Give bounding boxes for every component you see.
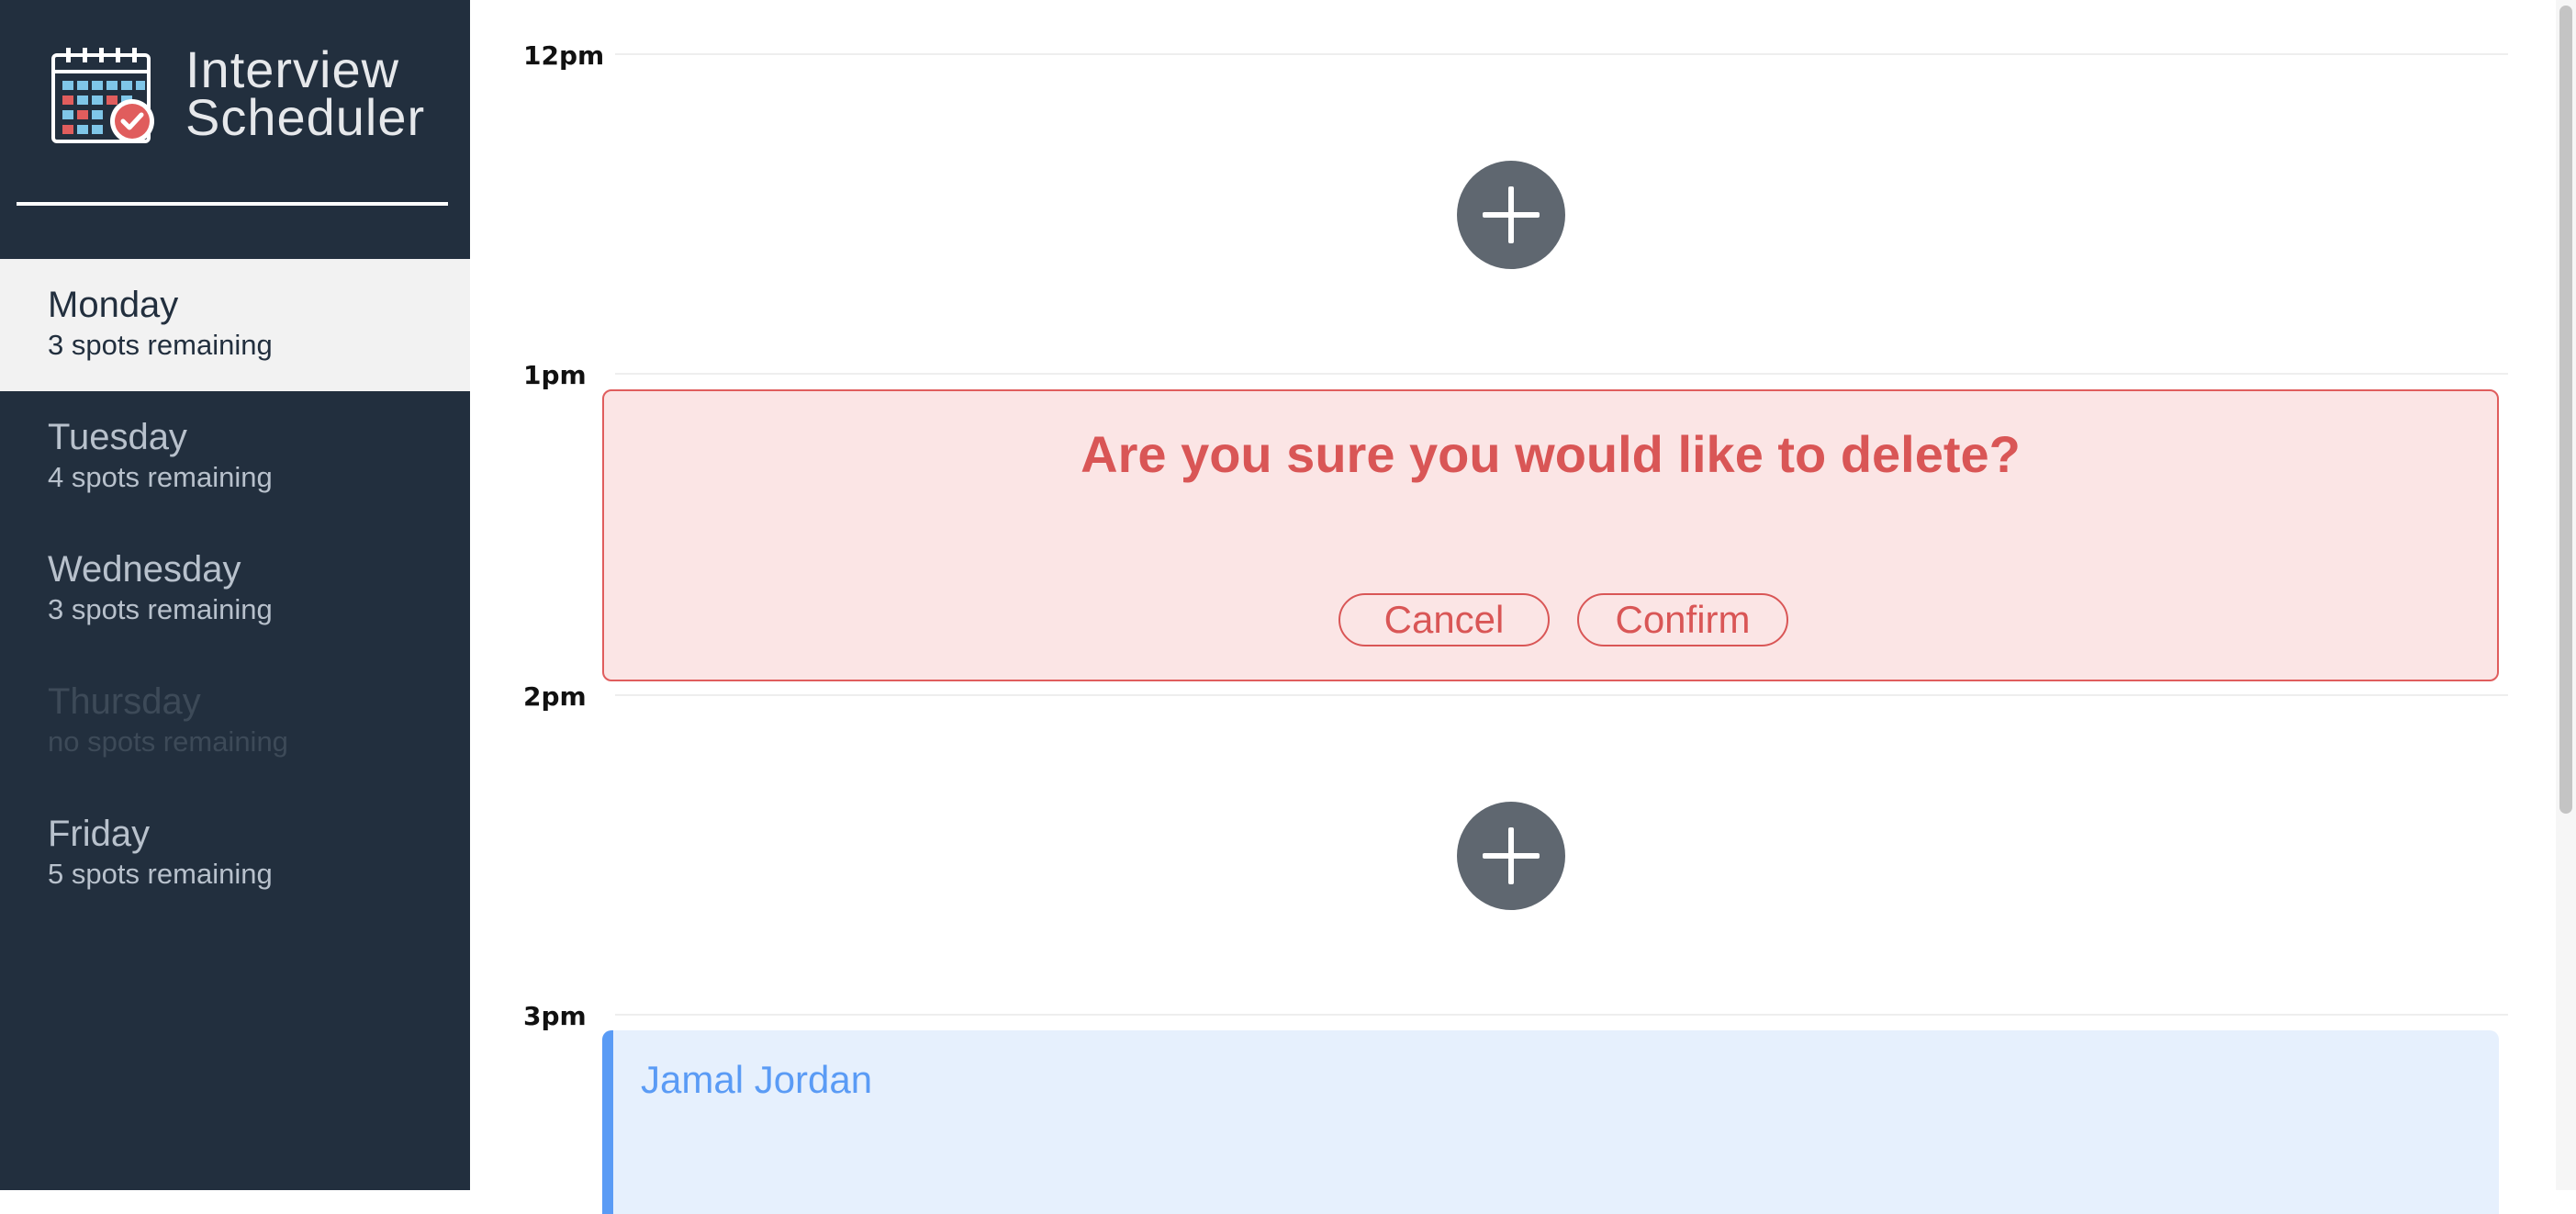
- day-spots: 3 spots remaining: [48, 329, 273, 361]
- day-spots: 3 spots remaining: [48, 593, 273, 625]
- app-title-line2: Scheduler: [185, 88, 426, 146]
- cancel-button[interactable]: Cancel: [1338, 593, 1550, 646]
- sidebar: Interview Scheduler Monday 3 spots remai…: [0, 0, 470, 1190]
- day-item-friday[interactable]: Friday 5 spots remaining: [0, 788, 470, 920]
- day-name: Thursday: [48, 681, 201, 722]
- scrollbar-thumb[interactable]: [2559, 6, 2572, 814]
- brand: Interview Scheduler: [50, 40, 435, 149]
- day-item-thursday[interactable]: Thursday no spots remaining: [0, 656, 470, 788]
- day-spots: 4 spots remaining: [48, 461, 273, 493]
- day-name: Tuesday: [48, 417, 187, 457]
- calendar-check-icon: [51, 48, 154, 143]
- day-spots: 5 spots remaining: [48, 858, 273, 890]
- scrollbar[interactable]: [2556, 0, 2576, 1190]
- slot-separator: [615, 694, 2508, 696]
- app-title: Interview Scheduler: [185, 40, 426, 146]
- day-item-wednesday[interactable]: Wednesday 3 spots remaining: [0, 523, 470, 656]
- day-item-monday[interactable]: Monday 3 spots remaining: [0, 259, 470, 391]
- app-title-line1: Interview: [185, 40, 400, 98]
- add-appointment-button[interactable]: [1457, 802, 1565, 910]
- day-item-tuesday[interactable]: Tuesday 4 spots remaining: [0, 391, 470, 523]
- slot-separator: [615, 373, 2508, 375]
- student-name: Jamal Jordan: [641, 1058, 873, 1101]
- slot-separator: [615, 53, 2508, 55]
- slot-separator: [615, 1014, 2508, 1016]
- slot-time-3pm: 3pm: [523, 1001, 587, 1031]
- slot-time-1pm: 1pm: [523, 360, 587, 390]
- day-name: Wednesday: [48, 549, 241, 590]
- day-name: Friday: [48, 814, 151, 854]
- booked-appointment[interactable]: Jamal Jordan: [602, 1030, 2499, 1214]
- day-name: Monday: [48, 285, 179, 325]
- confirm-message: Are you sure you would like to delete?: [1081, 425, 2021, 483]
- delete-confirmation: Are you sure you would like to delete? C…: [602, 389, 2499, 681]
- schedule: 12pm 1pm Are you sure you would like to …: [470, 0, 2556, 1214]
- slot-time-12pm: 12pm: [523, 40, 605, 71]
- add-appointment-button[interactable]: [1457, 161, 1565, 269]
- slot-time-2pm: 2pm: [523, 681, 587, 712]
- sidebar-divider: [17, 202, 448, 206]
- confirm-button[interactable]: Confirm: [1577, 593, 1788, 646]
- day-spots: no spots remaining: [48, 725, 288, 758]
- day-list: Monday 3 spots remaining Tuesday 4 spots…: [0, 259, 470, 920]
